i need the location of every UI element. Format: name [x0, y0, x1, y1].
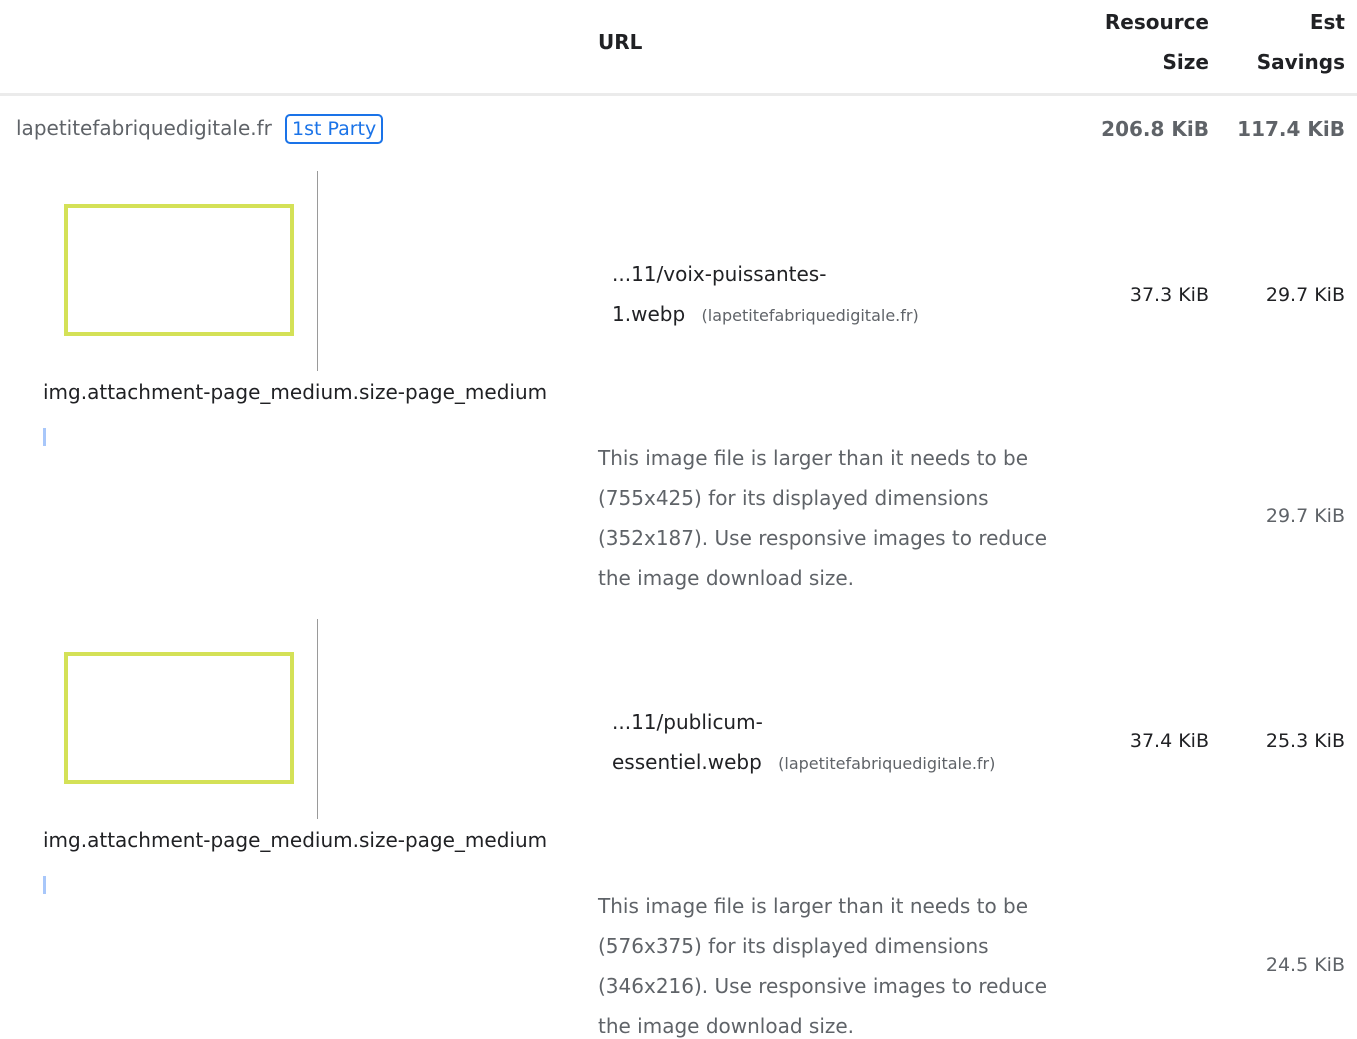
item-url-filename: 1.webp	[612, 302, 686, 326]
subitem-description: This image file is larger than it needs …	[598, 886, 1078, 1039]
description-line: (346x216). Use responsive images to redu…	[598, 974, 1048, 998]
item-url[interactable]: ...11/voix-puissantes- 1.webp (lapetitef…	[612, 254, 919, 336]
node-selector[interactable]: img.attachment-page_medium.size-page_med…	[43, 828, 547, 852]
subitem-accent-bar	[43, 428, 46, 446]
description-line: (352x187). Use responsive images to redu…	[598, 526, 1048, 550]
item-url-origin: (lapetitefabriquedigitale.fr)	[778, 754, 996, 773]
audit-table: URL Resource Size Est Savings lapetitefa…	[0, 0, 1357, 1039]
item-est-savings: 25.3 KiB	[1265, 730, 1345, 752]
subitem-accent-bar	[43, 876, 46, 894]
item-resource-size: 37.4 KiB	[1129, 730, 1209, 752]
item-url-filename: essentiel.webp	[612, 750, 762, 774]
header-est-savings: Est Savings	[1257, 2, 1345, 82]
subitem-description: This image file is larger than it needs …	[598, 438, 1078, 598]
description-line: the image download size.	[598, 566, 855, 590]
image-placeholder	[64, 204, 294, 336]
description-line: This image file is larger than it needs …	[598, 446, 1029, 470]
image-thumbnail[interactable]	[43, 619, 318, 819]
item-url-line1: ...11/publicum-	[612, 710, 763, 734]
header-resource-size-line1: Resource	[1104, 10, 1209, 34]
item-est-savings: 29.7 KiB	[1265, 284, 1345, 306]
header-divider	[0, 93, 1357, 96]
header-url: URL	[598, 30, 643, 54]
header-resource-size-line2: Size	[1162, 50, 1209, 74]
description-line: the image download size.	[598, 1014, 855, 1038]
item-url-origin: (lapetitefabriquedigitale.fr)	[701, 306, 919, 325]
item-resource-size: 37.3 KiB	[1129, 284, 1209, 306]
subitem-savings: 24.5 KiB	[1265, 954, 1345, 976]
description-line: (576x375) for its displayed dimensions	[598, 934, 989, 958]
item-url[interactable]: ...11/publicum- essentiel.webp (lapetite…	[612, 702, 995, 784]
node-selector[interactable]: img.attachment-page_medium.size-page_med…	[43, 380, 547, 404]
header-resource-size: Resource Size	[1105, 2, 1209, 82]
description-line: This image file is larger than it needs …	[598, 894, 1029, 918]
header-est-savings-line2: Savings	[1256, 50, 1345, 74]
image-thumbnail[interactable]	[43, 171, 318, 371]
description-line: (755x425) for its displayed dimensions	[598, 486, 989, 510]
group-resource-size: 206.8 KiB	[1101, 117, 1209, 141]
subitem-savings: 29.7 KiB	[1265, 505, 1345, 527]
group-row: lapetitefabriquedigitale.fr 1st Party	[16, 114, 384, 144]
group-origin: lapetitefabriquedigitale.fr	[16, 116, 272, 140]
first-party-badge: 1st Party	[284, 114, 384, 144]
header-est-savings-line1: Est	[1309, 10, 1345, 34]
group-est-savings: 117.4 KiB	[1237, 117, 1345, 141]
image-placeholder	[64, 652, 294, 784]
item-url-line1: ...11/voix-puissantes-	[612, 262, 827, 286]
